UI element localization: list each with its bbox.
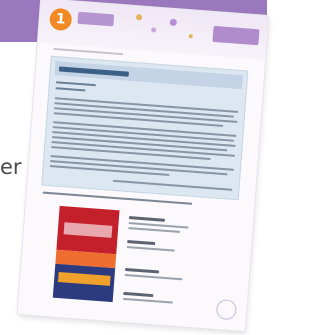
unit-label xyxy=(77,11,115,27)
book-covers xyxy=(52,205,120,303)
decoration-dot-icon xyxy=(169,18,178,27)
book-cover-blue xyxy=(52,263,116,303)
book-cover-red xyxy=(56,205,120,255)
text-line xyxy=(55,87,86,92)
decoration-dot-icon xyxy=(188,34,193,39)
text-line xyxy=(55,81,96,87)
caption-line xyxy=(122,297,173,304)
page-corner-ornament-icon xyxy=(215,298,238,321)
caption-heading xyxy=(125,267,160,274)
worksheet-page: 1 xyxy=(16,0,270,333)
reading-passage-box xyxy=(41,55,249,201)
unit-number-badge: 1 xyxy=(48,7,73,32)
caption-line xyxy=(128,227,181,233)
instruction-line xyxy=(53,47,124,56)
header-tab xyxy=(212,25,260,46)
decoration-dot-icon xyxy=(150,27,157,33)
caption-heading xyxy=(123,291,154,298)
reading-title xyxy=(58,66,129,77)
caption-heading xyxy=(127,240,156,246)
caption-line xyxy=(124,273,183,281)
caption-heading xyxy=(128,216,166,222)
partial-heading-text: er xyxy=(0,155,22,179)
decoration-dot-icon xyxy=(135,14,143,21)
text-line xyxy=(112,179,233,191)
caption-line xyxy=(126,246,175,252)
